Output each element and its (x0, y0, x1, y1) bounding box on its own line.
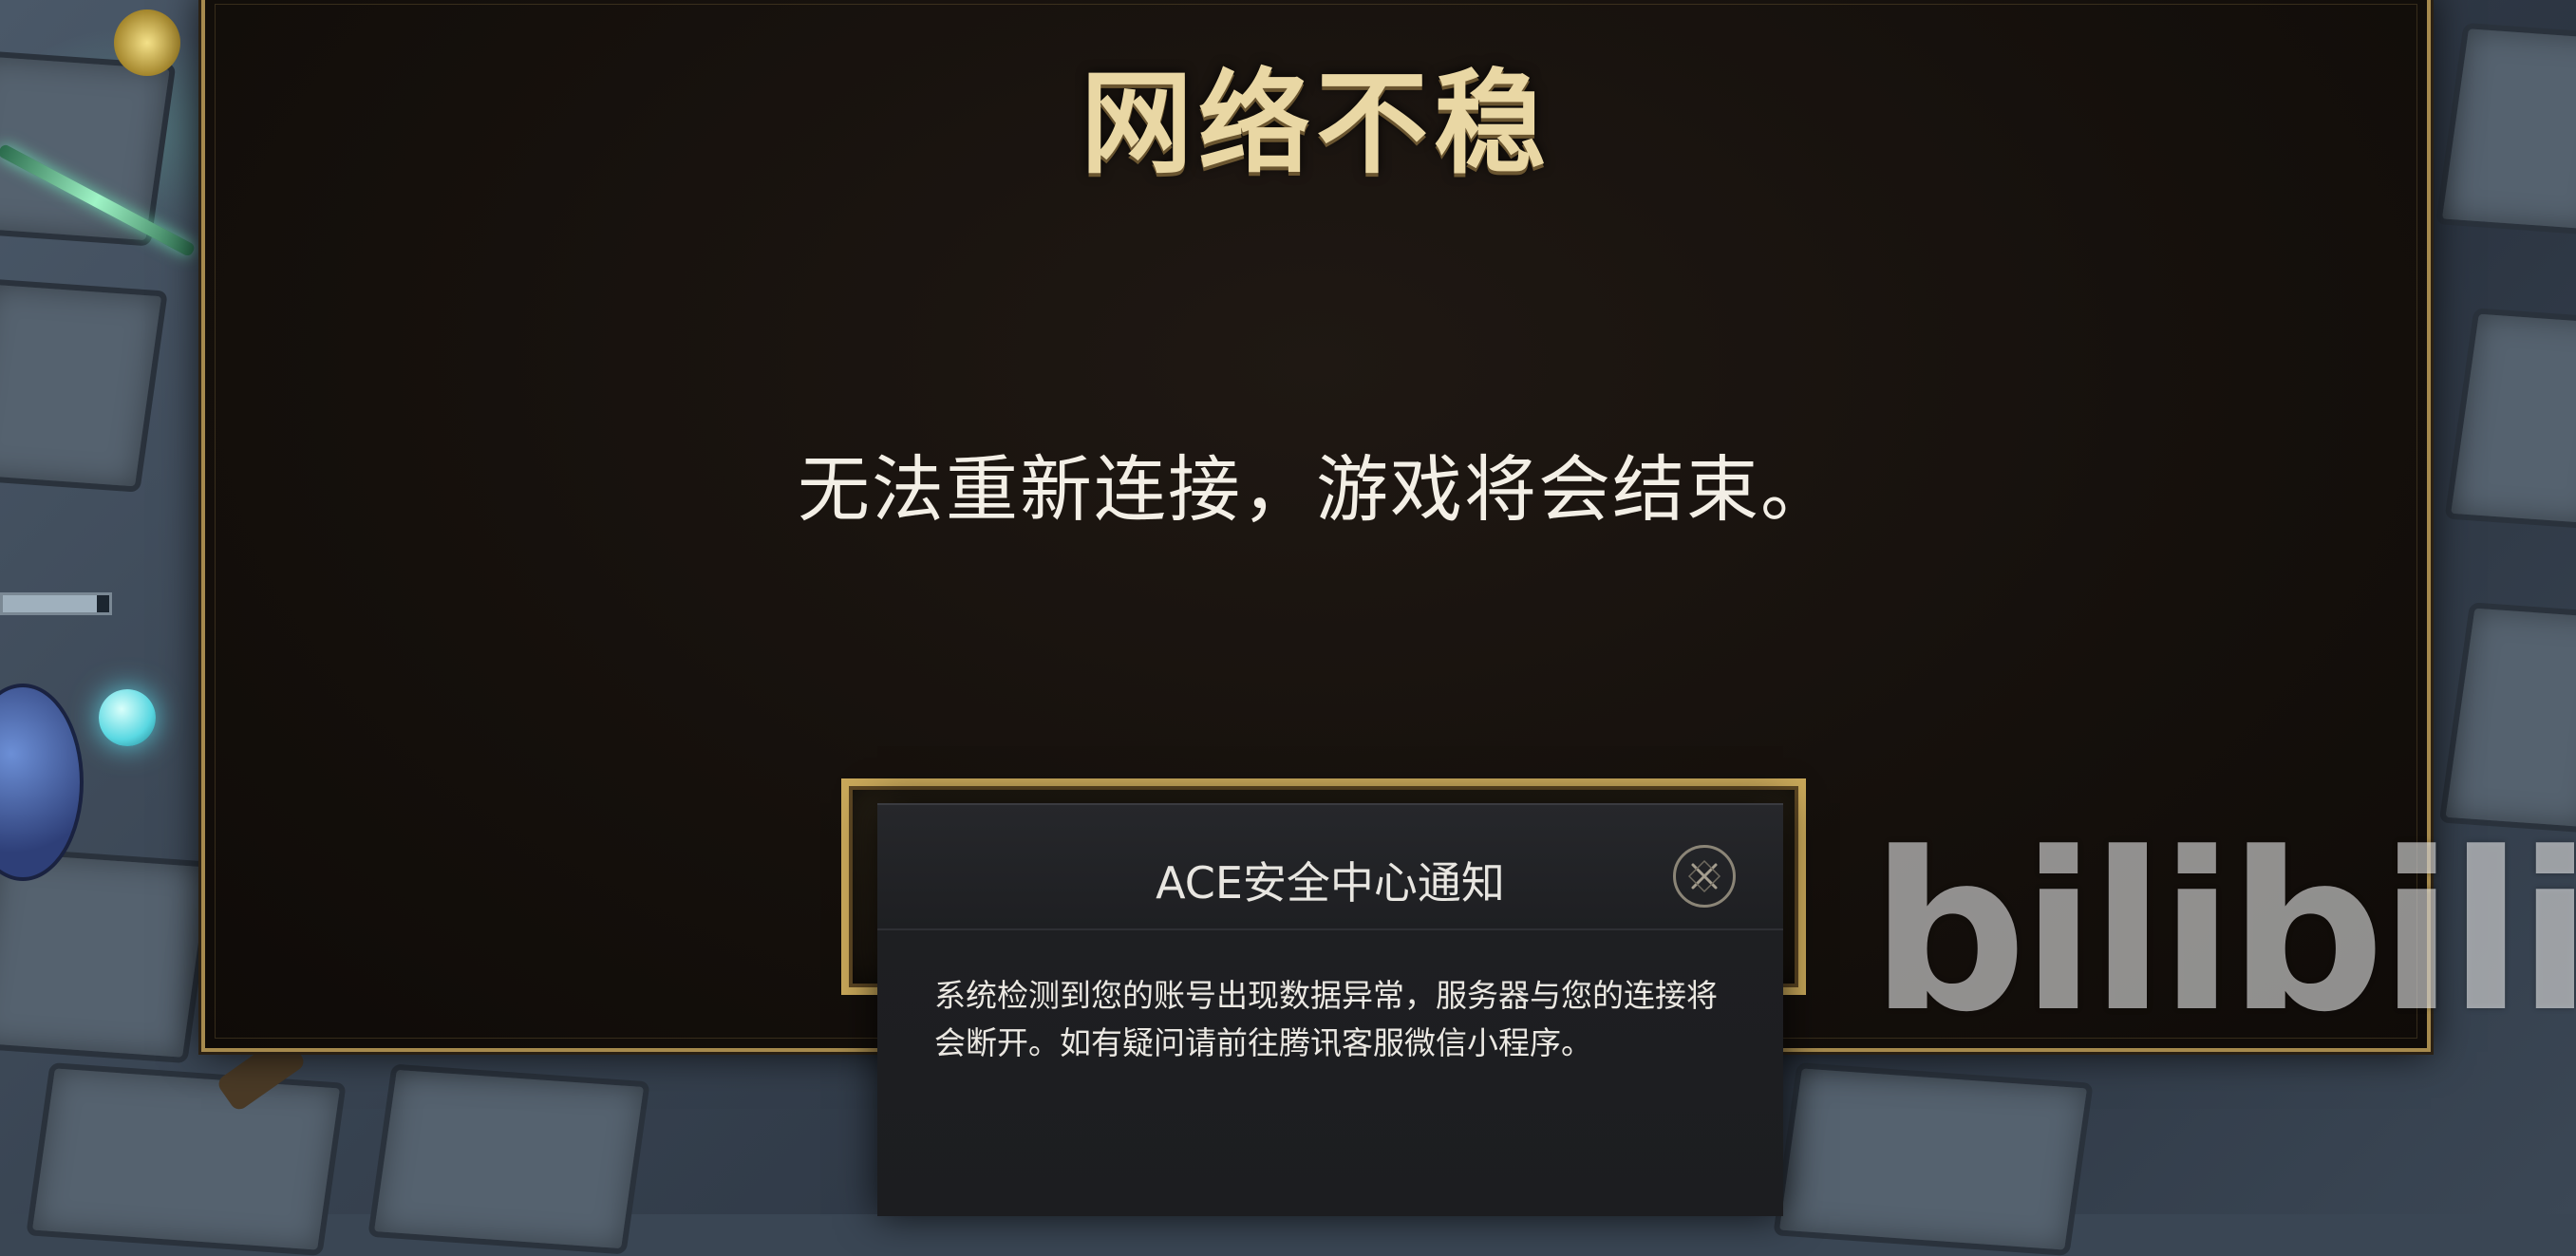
bilibili-watermark: bilibili (1871, 807, 2576, 1060)
ace-popup-title: ACE安全中心通知 (1156, 857, 1505, 909)
close-x-circle-icon (1687, 859, 1721, 893)
glowing-orb (99, 689, 156, 746)
floor-tile (2444, 308, 2576, 530)
floor-tile (367, 1063, 650, 1255)
dialog-title: 网络不稳 (1080, 58, 1551, 189)
close-button[interactable] (1673, 845, 1736, 908)
ace-popup-header: ACE安全中心通知 (877, 805, 1783, 930)
floor-tile (1773, 1062, 2094, 1256)
ace-security-popup: ACE安全中心通知 系统检测到您的账号出现数据异常，服务器与您的连接将会断开。如… (877, 803, 1783, 1216)
health-bar-fill (3, 595, 97, 612)
floor-tile (2435, 22, 2576, 236)
floor-tile (0, 278, 168, 493)
floor-tile (0, 49, 177, 247)
gold-ornament (114, 9, 180, 76)
floor-tile (26, 1062, 347, 1256)
floor-tile (2438, 602, 2576, 834)
health-bar (0, 592, 112, 615)
dialog-message: 无法重新连接，游戏将会结束。 (798, 447, 1834, 532)
ace-popup-body: 系统检测到您的账号出现数据异常，服务器与您的连接将会断开。如有疑问请前往腾讯客服… (934, 977, 1718, 1061)
